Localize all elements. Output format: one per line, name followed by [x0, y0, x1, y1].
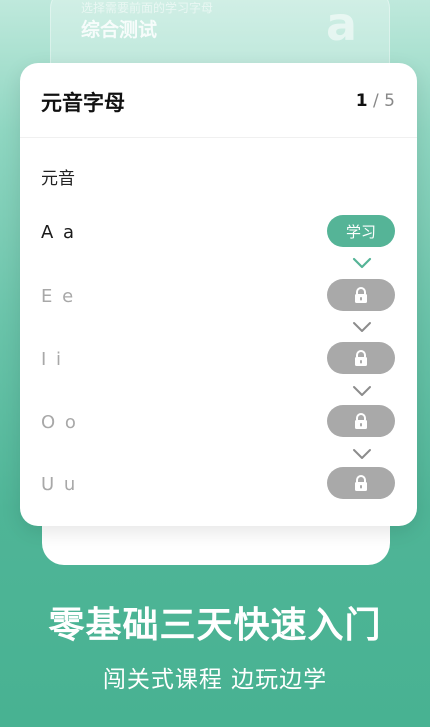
lock-icon: [355, 413, 367, 429]
lesson-letters: A a: [41, 222, 77, 243]
lesson-letters: E e: [41, 286, 76, 307]
lesson-row-u: U u: [20, 467, 417, 503]
background-card-title: 综合测试: [81, 19, 158, 41]
locked-button[interactable]: [327, 342, 395, 374]
chevron-down-icon: [353, 449, 371, 459]
lock-icon: [355, 287, 367, 303]
lesson-row-o: O o: [20, 405, 417, 441]
locked-button[interactable]: [327, 279, 395, 311]
page-indicator: 1 / 5: [356, 91, 395, 111]
learn-button[interactable]: 学习: [327, 215, 395, 247]
page-current: 1: [355, 91, 368, 111]
lesson-row-i: I i: [20, 342, 417, 378]
page-total: 5: [384, 91, 395, 111]
locked-button[interactable]: [327, 467, 395, 499]
lock-icon: [355, 350, 367, 366]
lesson-card: 元音字母 1 / 5 元音 A a 学习 E e I i O o U u: [20, 63, 417, 526]
chevron-down-icon: [353, 386, 371, 396]
background-card-letter: a: [325, 0, 357, 51]
locked-button[interactable]: [327, 405, 395, 437]
background-card-faint-text: 选择需要前面的学习字母: [81, 1, 214, 15]
card-header: 元音字母 1 / 5: [20, 63, 417, 138]
lock-icon: [355, 475, 367, 491]
card-title: 元音字母: [41, 91, 125, 115]
lesson-letters: U u: [41, 474, 78, 495]
page-separator: /: [373, 91, 379, 111]
lesson-row-e: E e: [20, 279, 417, 315]
lesson-row-a: A a 学习: [20, 215, 417, 251]
lesson-letters: I i: [41, 349, 64, 370]
lesson-letters: O o: [41, 412, 78, 433]
promo-headline: 零基础三天快速入门: [48, 605, 382, 646]
chevron-down-icon: [352, 257, 372, 269]
section-label: 元音: [41, 169, 75, 189]
promo-subline: 闯关式课程 边玩边学: [102, 667, 328, 693]
chevron-down-icon: [353, 322, 371, 332]
